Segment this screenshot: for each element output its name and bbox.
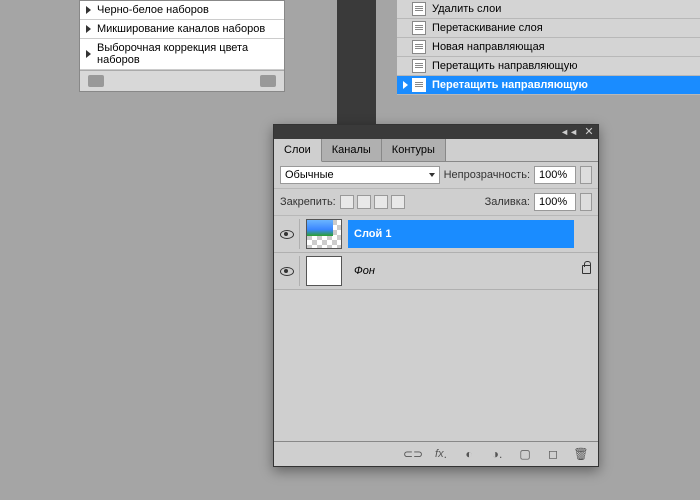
eye-icon (280, 230, 294, 239)
lock-position-icon[interactable] (374, 195, 388, 209)
layers-panel: ◄◄ ✕ Слои Каналы Контуры Обычные Непрозр… (273, 124, 599, 467)
lock-all-icon[interactable] (391, 195, 405, 209)
link-layers-icon[interactable]: ⊂⊃ (404, 447, 422, 461)
trash-icon[interactable]: 🗑 (572, 447, 590, 461)
layers-list: Слой 1 Фон (274, 216, 598, 441)
history-panel: Удалить слои Перетаскивание слоя Новая н… (397, 0, 700, 95)
tab-layers[interactable]: Слои (274, 139, 322, 162)
expand-icon (86, 6, 91, 14)
layer-row[interactable]: Слой 1 (274, 216, 598, 253)
history-step-icon (412, 40, 426, 54)
layer-thumbnail[interactable] (306, 219, 342, 249)
blend-mode-select[interactable]: Обычные (280, 166, 440, 184)
opacity-input[interactable]: 100% (534, 166, 576, 184)
fill-stepper[interactable] (580, 193, 592, 211)
collapse-icon[interactable]: ◄◄ (560, 127, 578, 137)
new-layer-icon[interactable]: ◻ (544, 447, 562, 461)
visibility-toggle[interactable] (274, 219, 300, 249)
lock-label: Закрепить: (280, 196, 336, 208)
preset-icon[interactable] (88, 75, 104, 87)
history-label: Перетаскивание слоя (432, 22, 543, 34)
adjustments-footer (80, 70, 284, 91)
history-step-icon (412, 21, 426, 35)
lock-pixels-icon[interactable] (357, 195, 371, 209)
adjustment-preset-item[interactable]: Микширование каналов наборов (80, 20, 284, 39)
history-item[interactable]: Перетащить направляющую (397, 76, 700, 95)
adjustments-panel: Черно-белое наборов Микширование каналов… (79, 0, 285, 92)
history-step-icon (412, 2, 426, 16)
fill-input[interactable]: 100% (534, 193, 576, 211)
layers-footer: ⊂⊃ fx. ◐ ◑. ▢ ◻ 🗑 (274, 441, 598, 466)
layer-name[interactable]: Фон (348, 257, 574, 285)
history-label: Перетащить направляющую (432, 79, 588, 91)
lock-controls (340, 195, 405, 209)
history-item[interactable]: Удалить слои (397, 0, 700, 19)
adjustment-label: Выборочная коррекция цвета наборов (97, 42, 278, 66)
fill-label: Заливка: (485, 196, 530, 208)
layer-thumbnail[interactable] (306, 256, 342, 286)
opacity-stepper[interactable] (580, 166, 592, 184)
opacity-label: Непрозрачность: (444, 169, 530, 181)
trash-icon[interactable] (260, 75, 276, 87)
adjustment-label: Микширование каналов наборов (97, 23, 265, 35)
lock-icon (582, 265, 591, 274)
history-label: Удалить слои (432, 3, 501, 15)
layer-name[interactable]: Слой 1 (348, 220, 574, 248)
panel-titlebar[interactable]: ◄◄ ✕ (274, 125, 598, 139)
adjustment-preset-item[interactable]: Черно-белое наборов (80, 1, 284, 20)
chevron-down-icon (429, 173, 435, 177)
panel-tabs: Слои Каналы Контуры (274, 139, 598, 162)
adjustment-label: Черно-белое наборов (97, 4, 209, 16)
lock-transparency-icon[interactable] (340, 195, 354, 209)
blend-mode-value: Обычные (285, 169, 334, 181)
current-state-icon (403, 81, 408, 89)
visibility-toggle[interactable] (274, 256, 300, 286)
history-item[interactable]: Новая направляющая (397, 38, 700, 57)
layer-row[interactable]: Фон (274, 253, 598, 290)
tab-channels[interactable]: Каналы (322, 139, 382, 161)
adjustment-layer-icon[interactable]: ◑. (488, 447, 506, 461)
history-step-icon (412, 78, 426, 92)
history-step-icon (412, 59, 426, 73)
close-icon[interactable]: ✕ (584, 127, 594, 137)
history-label: Перетащить направляющую (432, 60, 577, 72)
history-item[interactable]: Перетаскивание слоя (397, 19, 700, 38)
tab-paths[interactable]: Контуры (382, 139, 446, 161)
adjustment-preset-item[interactable]: Выборочная коррекция цвета наборов (80, 39, 284, 70)
expand-icon (86, 50, 91, 58)
canvas-dark-area (337, 0, 376, 128)
eye-icon (280, 267, 294, 276)
lock-cell (574, 265, 598, 277)
lock-fill-row: Закрепить: Заливка: 100% (274, 189, 598, 216)
blend-opacity-row: Обычные Непрозрачность: 100% (274, 162, 598, 189)
fx-icon[interactable]: fx. (432, 447, 450, 461)
group-icon[interactable]: ▢ (516, 447, 534, 461)
mask-icon[interactable]: ◐ (460, 447, 478, 461)
history-label: Новая направляющая (432, 41, 545, 53)
expand-icon (86, 25, 91, 33)
history-item[interactable]: Перетащить направляющую (397, 57, 700, 76)
